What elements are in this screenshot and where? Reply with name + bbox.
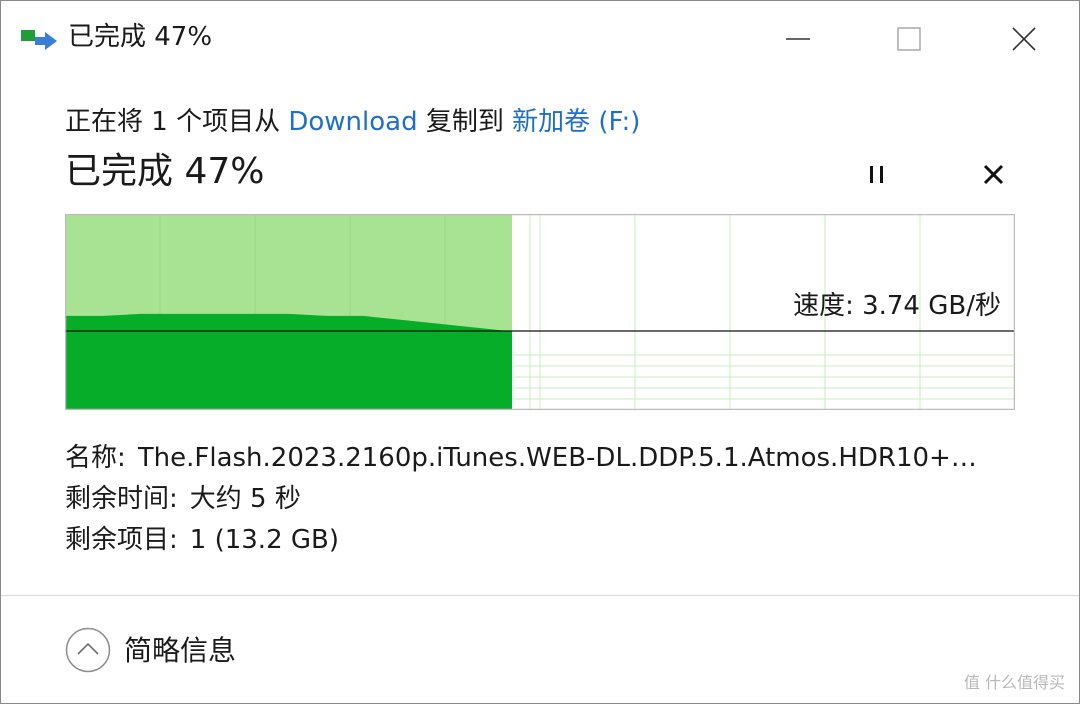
maximize-icon <box>897 27 921 51</box>
operation-prefix: 正在将 1 个项目从 <box>65 107 289 137</box>
time-remaining-value: 大约 5 秒 <box>189 484 301 514</box>
operation-middle: 复制到 <box>417 107 513 137</box>
copy-files-icon <box>21 28 59 54</box>
file-name: The.Flash.2023.2160p.iTunes.WEB-DL.DDP.5… <box>137 443 977 473</box>
cancel-icon <box>983 164 1004 185</box>
collapse-details-label[interactable]: 简略信息 <box>124 632 236 670</box>
transfer-speed-graph: 速度: 3.74 GB/秒 <box>65 214 1015 410</box>
time-remaining-label: 剩余时间: <box>65 484 178 514</box>
operation-description: 正在将 1 个项目从 Download 复制到 新加卷 (F:) <box>65 104 640 140</box>
transfer-details: 名称: The.Flash.2023.2160p.iTunes.WEB-DL.DD… <box>65 438 1008 561</box>
items-remaining-label: 剩余项目: <box>65 525 178 555</box>
maximize-button[interactable] <box>874 13 944 63</box>
close-icon <box>1012 27 1036 51</box>
time-remaining-row: 剩余时间: 大约 5 秒 <box>65 479 1008 520</box>
pause-button[interactable] <box>857 153 901 197</box>
cancel-button[interactable] <box>972 153 1016 197</box>
progress-title: 已完成 47% <box>65 151 265 192</box>
speed-history-base <box>66 331 512 409</box>
minimize-button[interactable] <box>763 13 833 63</box>
speed-label: 速度: 3.74 GB/秒 <box>793 291 1001 321</box>
minimize-icon <box>786 38 810 40</box>
watermark: 值 什么值得买 <box>963 673 1065 692</box>
items-remaining-row: 剩余项目: 1 (13.2 GB) <box>65 520 1008 561</box>
name-label: 名称: <box>65 443 126 473</box>
footer-divider <box>1 595 1079 596</box>
copy-progress-dialog: 已完成 47% 正在将 1 个项目从 Download 复制到 新加卷 (F:)… <box>0 0 1080 704</box>
items-remaining-value: 1 (13.2 GB) <box>189 525 339 555</box>
window-title: 已完成 47% <box>68 22 213 52</box>
destination-drive-link[interactable]: 新加卷 (F:) <box>512 107 640 137</box>
source-folder-link[interactable]: Download <box>288 107 417 137</box>
collapse-details-button[interactable] <box>65 627 111 673</box>
pause-icon <box>870 166 883 183</box>
close-window-button[interactable] <box>989 13 1059 63</box>
title-bar: 已完成 47% <box>1 1 1079 73</box>
chevron-up-icon <box>65 627 111 673</box>
name-row: 名称: The.Flash.2023.2160p.iTunes.WEB-DL.DD… <box>65 438 1008 479</box>
